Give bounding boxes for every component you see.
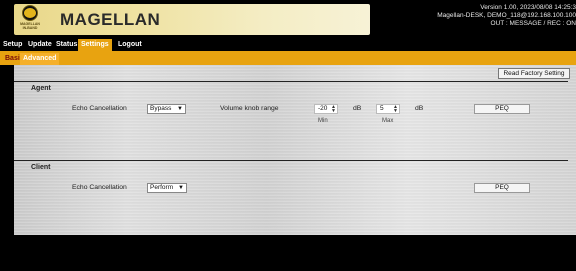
client-echo-select[interactable]: Perform ▼	[147, 183, 187, 193]
agent-echo-select[interactable]: Bypass ▼	[147, 104, 186, 114]
version-text: Version 1.00, 2023/08/08 14:25:3	[480, 4, 576, 11]
logo-text: MAGELLAN IN-BAND	[20, 22, 40, 30]
client-divider	[14, 160, 568, 161]
volume-max-caption: Max	[382, 118, 394, 124]
volume-min-value: -20	[318, 105, 328, 112]
volume-max-input[interactable]: 5 ▲ ▼	[376, 104, 400, 114]
volume-max-unit: dB	[415, 105, 424, 112]
menu-setup[interactable]: Setup	[0, 39, 26, 51]
volume-range-label: Volume knob range	[220, 105, 279, 112]
client-peq-button[interactable]: PEQ	[474, 183, 530, 193]
device-text: Magellan-DESK, DEMO_118@192.168.100.100	[437, 12, 576, 19]
agent-echo-label: Echo Cancellation	[72, 105, 127, 112]
agent-peq-button[interactable]: PEQ	[474, 104, 530, 114]
menu-logout[interactable]: Logout	[115, 39, 145, 51]
spinner-icon[interactable]: ▲ ▼	[331, 105, 336, 114]
volume-min-unit: dB	[353, 105, 362, 112]
volume-min-caption: Min	[318, 118, 328, 124]
menu-update[interactable]: Update	[25, 39, 55, 51]
brand-name: MAGELLAN	[60, 10, 161, 29]
system-info: Version 1.00, 2023/08/08 14:25:3 Magella…	[376, 4, 576, 28]
header: MAGELLAN IN-BAND MAGELLAN Version 1.00, …	[0, 0, 576, 38]
client-echo-value: Perform	[150, 184, 174, 191]
client-section-title: Client	[31, 164, 51, 171]
settings-submenu: Basic Advanced	[0, 51, 576, 65]
agent-echo-value: Bypass	[150, 105, 172, 112]
footer-area	[0, 235, 576, 271]
read-factory-setting-button[interactable]: Read Factory Setting	[498, 68, 570, 79]
menu-settings[interactable]: Settings	[78, 39, 112, 51]
tab-advanced[interactable]: Advanced	[20, 53, 60, 65]
logo-mark	[24, 8, 36, 18]
client-echo-label: Echo Cancellation	[72, 184, 127, 191]
magellan-logo: MAGELLAN IN-BAND	[18, 5, 42, 34]
volume-min-input[interactable]: -20 ▲ ▼	[314, 104, 338, 114]
agent-divider	[14, 81, 568, 82]
spinner-icon[interactable]: ▲ ▼	[393, 105, 398, 114]
volume-max-value: 5	[380, 105, 384, 112]
brand-banner: MAGELLAN IN-BAND MAGELLAN	[14, 4, 370, 35]
chevron-down-icon: ▼	[177, 106, 183, 112]
chevron-down-icon: ▼	[178, 185, 184, 191]
menu-status[interactable]: Status	[53, 39, 81, 51]
settings-panel: Read Factory Setting Agent Echo Cancella…	[14, 65, 576, 235]
agent-section-title: Agent	[31, 85, 51, 92]
output-status-text: OUT : MESSAGE / REC : ON	[490, 20, 576, 27]
main-menu: Setup Update Status Settings Logout	[0, 38, 576, 51]
